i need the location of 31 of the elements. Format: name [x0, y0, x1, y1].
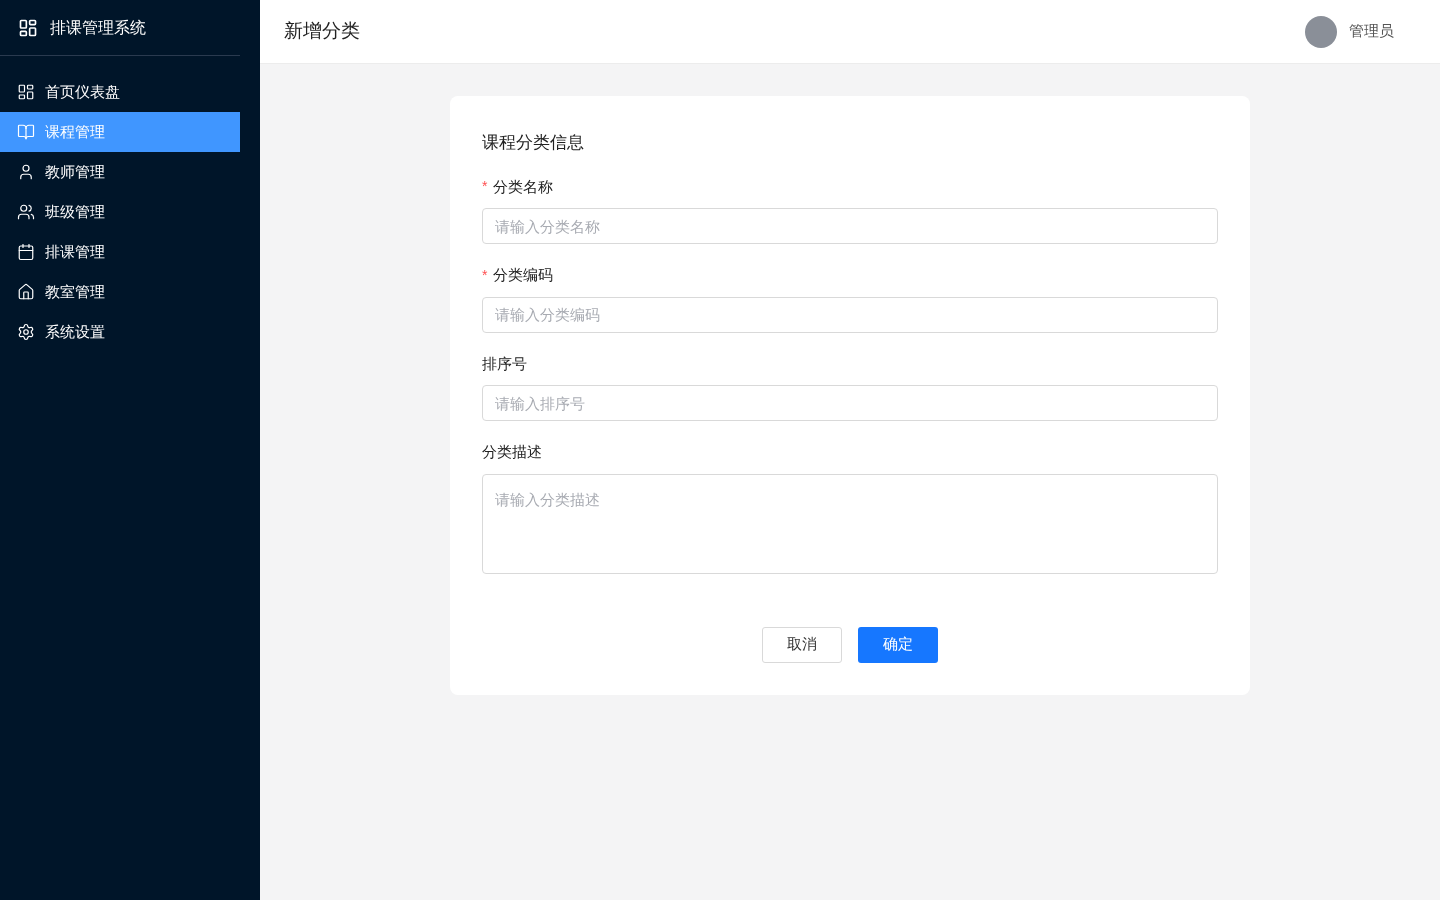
input-field[interactable]: 请输入分类名称 [482, 208, 1218, 244]
house-icon [17, 283, 35, 301]
book-icon [17, 123, 35, 141]
avatar[interactable] [1305, 15, 1337, 48]
required-mark: * [482, 177, 488, 197]
field-label: 排序号 [482, 353, 527, 374]
form-title: 课程分类信息 [482, 132, 585, 154]
input-field[interactable]: 请输入分类编码 [482, 296, 1218, 333]
sidebar-item[interactable]: 教室管理 [0, 272, 240, 312]
people-icon [17, 203, 35, 221]
page-title: 新增分类 [284, 19, 360, 44]
sidebar-item[interactable]: 首页仪表盘 [0, 72, 240, 112]
calendar-icon [17, 243, 35, 261]
sidebar-item[interactable]: 排课管理 [0, 232, 240, 272]
required-mark: * [482, 265, 488, 285]
user-name[interactable]: 管理员 [1349, 20, 1394, 43]
settings-icon [17, 323, 35, 341]
app-title: 排课管理系统 [50, 17, 146, 38]
cancel-button[interactable]: 取消 [762, 626, 842, 663]
dashboard-icon [17, 83, 35, 101]
field-label: 分类编码 [493, 265, 554, 285]
input-field[interactable]: 请输入排序号 [482, 385, 1218, 421]
textarea-field[interactable]: 请输入分类描述 [482, 473, 1218, 574]
confirm-button[interactable]: 确定 [858, 626, 938, 663]
sidebar-item[interactable]: 班级管理 [0, 192, 240, 232]
sidebar-item[interactable]: 系统设置 [0, 312, 240, 352]
field-label: 分类名称 [493, 176, 554, 197]
field-label: 分类描述 [482, 442, 542, 462]
sidebar-item[interactable]: 教师管理 [0, 152, 240, 192]
user-icon [17, 163, 35, 181]
logo-icon [18, 17, 38, 38]
